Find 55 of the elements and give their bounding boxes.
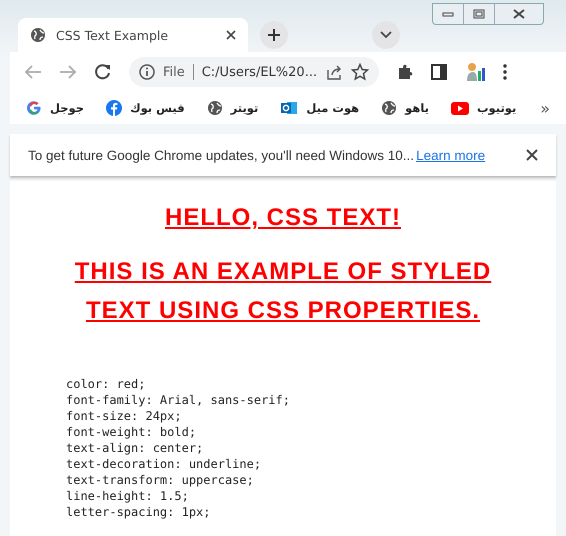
bookmark[interactable]: تويتر xyxy=(206,100,258,116)
reload-icon[interactable] xyxy=(94,63,112,81)
close-icon xyxy=(513,9,525,19)
code-line: line-height: 1.5; xyxy=(66,488,190,504)
bookmark[interactable]: فيس بوك xyxy=(106,100,185,116)
more-bookmarks-button[interactable]: » xyxy=(540,98,550,118)
chevron-down-icon xyxy=(380,31,392,39)
code-line: text-align: center; xyxy=(66,440,204,456)
facebook-icon xyxy=(106,100,122,116)
scheme-label: File xyxy=(162,64,185,80)
browser-tab[interactable]: CSS Text Example xyxy=(18,18,248,52)
address-bar[interactable]: File C:/Users/EL%20... xyxy=(129,57,379,87)
close-icon[interactable] xyxy=(526,149,538,161)
tab-search-button[interactable] xyxy=(372,21,400,49)
code-line: font-family: Arial, sans-serif; xyxy=(66,392,291,408)
code-line: text-transform: uppercase; xyxy=(66,472,255,488)
globe-icon xyxy=(381,100,398,116)
new-tab-button[interactable] xyxy=(260,21,288,49)
page-heading: THIS IS AN EXAMPLE OF STYLED TEXT USING CSS PROPERTIES. xyxy=(74,257,492,326)
infobar-message: To get future Google Chrome updates, you'll need Windows 10... xyxy=(28,148,414,162)
bookmark-label: يوتيوب xyxy=(476,101,516,115)
code-line: text-decoration: underline; xyxy=(66,456,262,472)
bookmark-label: جوجل xyxy=(50,101,84,115)
restore-icon xyxy=(473,9,485,19)
bookmark-label: فيس بوك xyxy=(130,101,185,115)
google-icon xyxy=(26,100,42,116)
bookmark-label: تويتر xyxy=(230,101,258,115)
code-line: letter-spacing: 1px; xyxy=(66,504,212,520)
globe-icon xyxy=(30,27,46,43)
side-panel-icon[interactable] xyxy=(431,64,447,80)
bookmark-label: ياهو xyxy=(405,101,429,115)
code-line: font-weight: bold; xyxy=(66,424,198,440)
bookmark[interactable]: ياهو xyxy=(381,100,429,116)
page-heading: HELLO, CSS TEXT! xyxy=(164,203,402,233)
code-line: color: red; xyxy=(66,376,146,392)
mail-app-icon xyxy=(280,100,298,116)
code-line: font-size: 24px; xyxy=(66,408,183,424)
play-button-icon xyxy=(450,102,469,114)
minimize-icon xyxy=(442,10,454,18)
globe-icon xyxy=(206,100,223,116)
menu-icon[interactable] xyxy=(503,64,507,80)
puzzle-icon[interactable] xyxy=(396,63,414,81)
bookmark[interactable]: هوت ميل xyxy=(280,100,360,116)
tab-title: CSS Text Example xyxy=(56,28,170,42)
bookmark[interactable]: جوجل xyxy=(26,100,84,116)
plus-icon xyxy=(267,28,281,42)
star-icon[interactable] xyxy=(351,63,369,81)
bookmark-label: هوت ميل xyxy=(306,101,360,115)
share-icon[interactable] xyxy=(325,64,344,80)
url-text: C:/Users/EL%20... xyxy=(202,64,318,80)
close-icon[interactable] xyxy=(226,30,236,40)
bookmark[interactable]: يوتيوب xyxy=(450,100,516,116)
profile-icon[interactable] xyxy=(464,61,486,83)
info-icon xyxy=(139,64,155,80)
learn-more-link[interactable]: Learn more xyxy=(416,148,486,162)
